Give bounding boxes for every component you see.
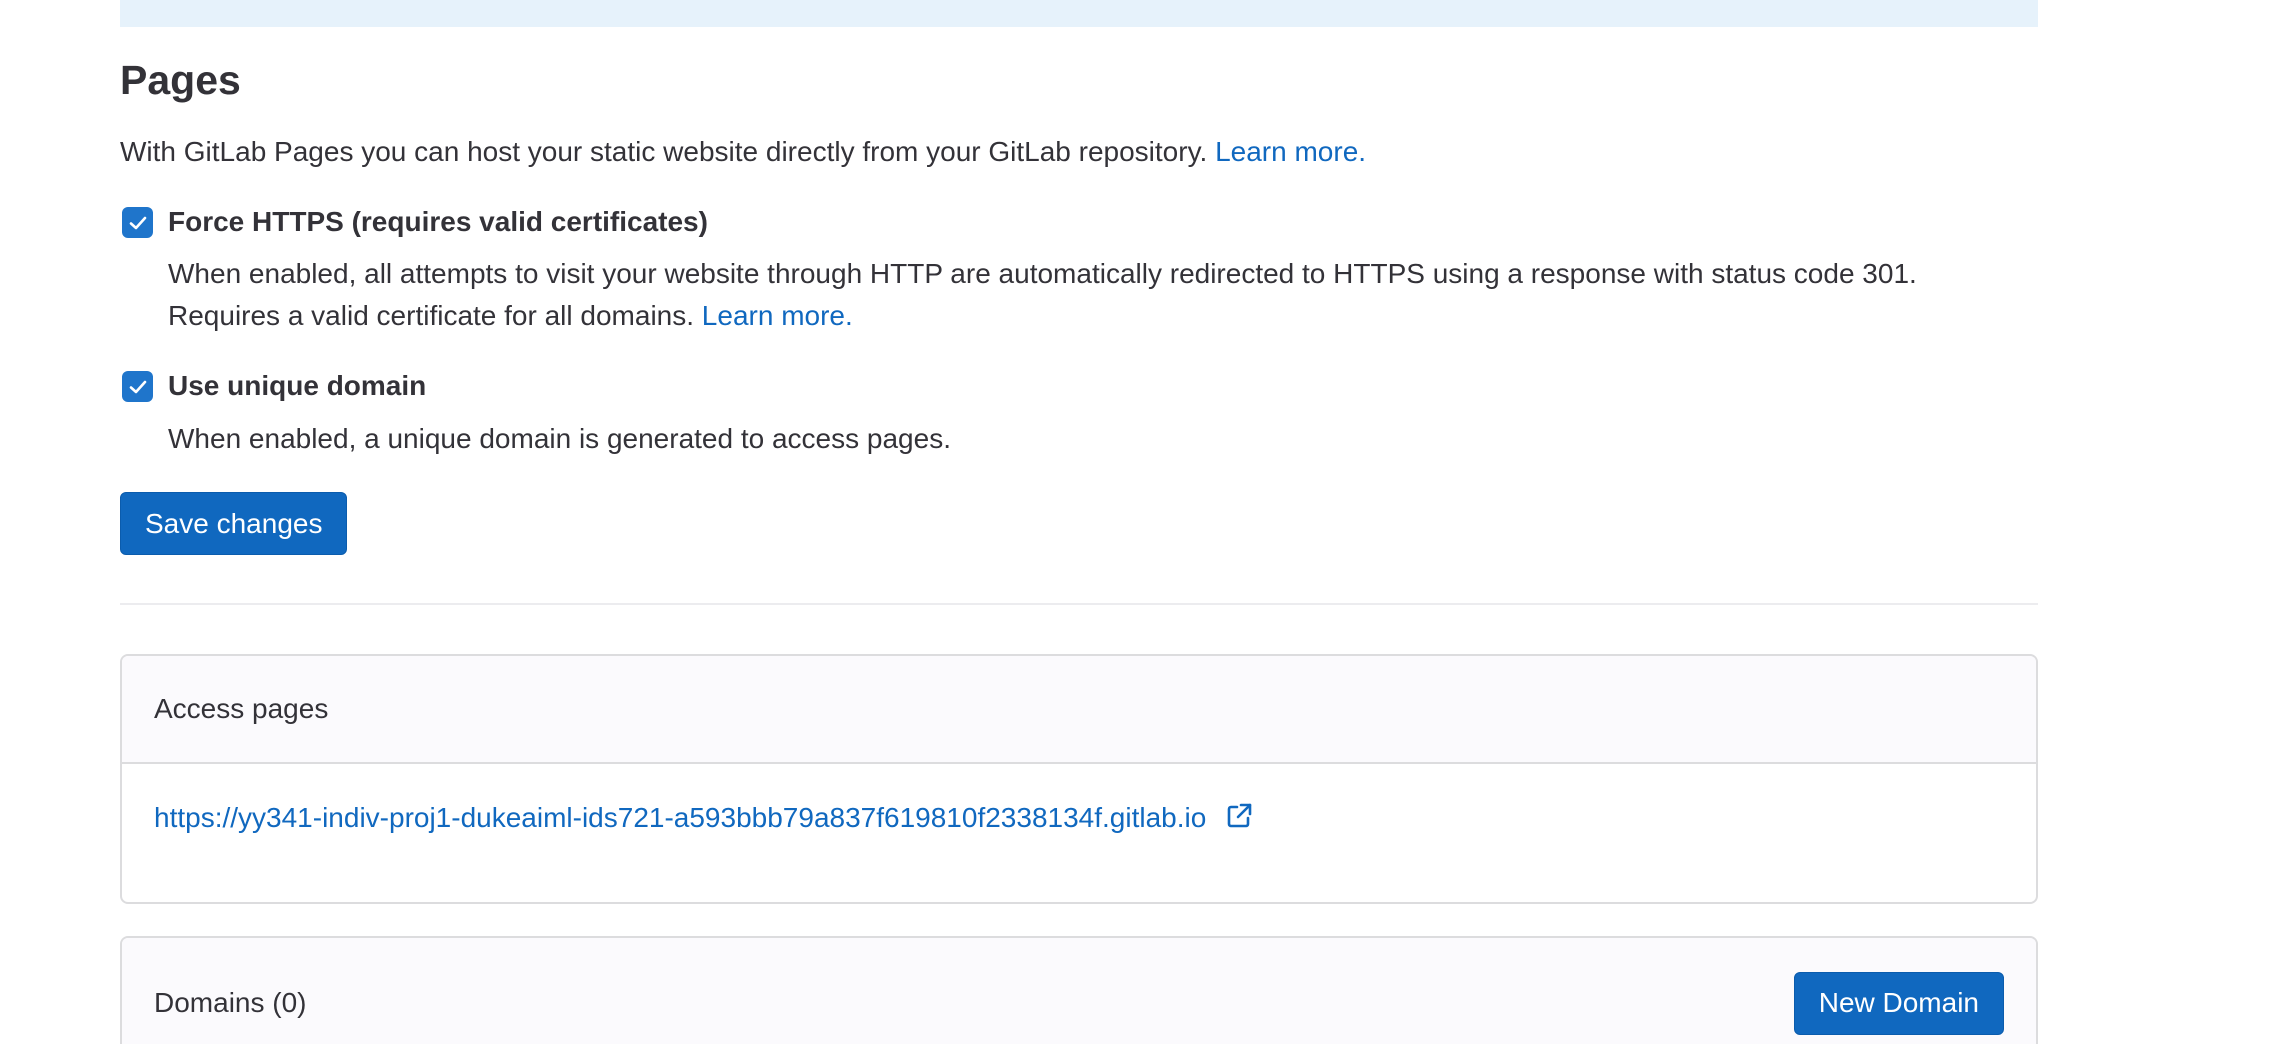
external-link-icon xyxy=(1224,801,1254,838)
force-https-help-line2: Requires a valid certificate for all dom… xyxy=(168,295,853,337)
unique-domain-label[interactable]: Use unique domain xyxy=(168,366,426,406)
force-https-checkbox[interactable] xyxy=(122,207,153,238)
intro-text: With GitLab Pages you can host your stat… xyxy=(120,136,1208,167)
page-title: Pages xyxy=(120,57,241,103)
new-domain-button[interactable]: New Domain xyxy=(1793,971,2004,1035)
force-https-help-text: Requires a valid certificate for all dom… xyxy=(168,300,695,331)
domains-card: Domains (0) New Domain xyxy=(120,936,2038,1044)
intro-learn-more-link[interactable]: Learn more. xyxy=(1215,136,1366,167)
section-divider xyxy=(120,603,2038,605)
force-https-learn-more-link[interactable]: Learn more. xyxy=(702,300,853,331)
access-pages-body: https://yy341-indiv-proj1-dukeaiml-ids72… xyxy=(122,764,2036,874)
domains-title: Domains (0) xyxy=(154,987,307,1018)
pages-url-text: https://yy341-indiv-proj1-dukeaiml-ids72… xyxy=(154,801,1207,833)
force-https-label[interactable]: Force HTTPS (requires valid certificates… xyxy=(168,202,708,242)
pages-intro: With GitLab Pages you can host your stat… xyxy=(120,132,1366,172)
unique-domain-checkbox[interactable] xyxy=(122,371,153,402)
domains-header: Domains (0) New Domain xyxy=(122,938,2036,1044)
check-icon xyxy=(129,216,146,229)
unique-domain-help: When enabled, a unique domain is generat… xyxy=(168,423,951,454)
check-icon xyxy=(129,380,146,393)
access-pages-header: Access pages xyxy=(122,656,2036,764)
save-changes-button[interactable]: Save changes xyxy=(120,492,348,555)
force-https-help-line1: When enabled, all attempts to visit your… xyxy=(168,258,1917,289)
info-banner xyxy=(120,0,2038,27)
pages-url-link[interactable]: https://yy341-indiv-proj1-dukeaiml-ids72… xyxy=(154,801,1254,838)
pages-settings-page: Pages With GitLab Pages you can host you… xyxy=(0,0,2286,1044)
access-pages-title: Access pages xyxy=(154,693,329,724)
access-pages-card: Access pages https://yy341-indiv-proj1-d… xyxy=(120,654,2038,904)
